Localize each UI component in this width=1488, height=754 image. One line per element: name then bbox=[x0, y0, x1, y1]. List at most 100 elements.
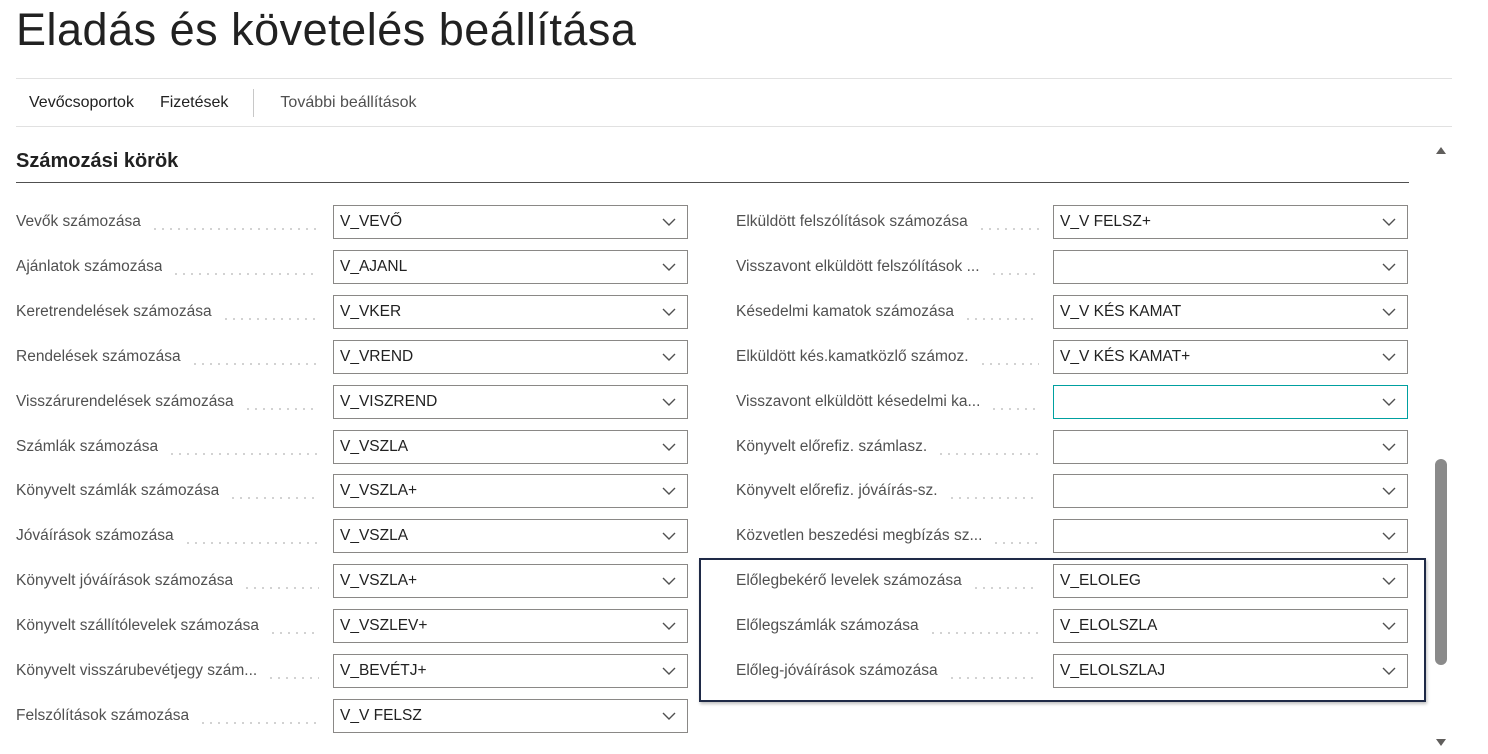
field-label: Késedelmi kamatok számozása bbox=[736, 303, 954, 320]
leader-dots bbox=[990, 273, 1039, 275]
chevron-down-icon[interactable] bbox=[1381, 351, 1397, 363]
number-series-dropdown[interactable]: V_VSZLA bbox=[333, 430, 688, 464]
chevron-down-icon[interactable] bbox=[661, 575, 677, 587]
chevron-down-icon[interactable] bbox=[1381, 485, 1397, 497]
number-series-dropdown[interactable]: V_V FELSZ+ bbox=[1053, 205, 1408, 239]
leader-dots bbox=[229, 497, 319, 499]
scroll-up-arrow-icon[interactable] bbox=[1435, 145, 1447, 155]
chevron-down-icon[interactable] bbox=[1381, 441, 1397, 453]
leader-dots bbox=[992, 542, 1039, 544]
number-series-dropdown[interactable] bbox=[1053, 250, 1408, 284]
dropdown-value: V_BEVÉTJ+ bbox=[340, 662, 427, 679]
chevron-down-icon[interactable] bbox=[1381, 306, 1397, 318]
number-series-dropdown[interactable]: V_VEVŐ bbox=[333, 205, 688, 239]
number-series-field: Visszavont elküldött késedelmi ka... bbox=[736, 385, 1408, 419]
chevron-down-icon[interactable] bbox=[661, 396, 677, 408]
leader-dots bbox=[191, 363, 319, 365]
field-label: Visszavont elküldött felszólítások ... bbox=[736, 258, 980, 275]
number-series-field: Könyvelt számlák számozása V_VSZLA+ bbox=[16, 474, 688, 508]
leader-dots bbox=[978, 228, 1039, 230]
number-series-dropdown[interactable]: V_VSZLA+ bbox=[333, 474, 688, 508]
page-title: Eladás és követelés beállítása bbox=[16, 4, 637, 55]
scrollbar-thumb[interactable] bbox=[1435, 459, 1447, 665]
leader-dots bbox=[243, 587, 319, 589]
leader-dots bbox=[269, 632, 319, 634]
dropdown-value: V_VSZLEV+ bbox=[340, 617, 428, 634]
scroll-down-arrow-icon[interactable] bbox=[1435, 738, 1447, 748]
number-series-dropdown[interactable]: V_VSZLA bbox=[333, 519, 688, 553]
number-series-field: Rendelések számozása V_VREND bbox=[16, 340, 688, 374]
number-series-field: Visszavont elküldött felszólítások ... bbox=[736, 250, 1408, 284]
number-series-dropdown[interactable]: V_VKER bbox=[333, 295, 688, 329]
field-label: Visszavont elküldött késedelmi ka... bbox=[736, 393, 981, 410]
field-label: Keretrendelések számozása bbox=[16, 303, 212, 320]
highlight-frame bbox=[699, 558, 1426, 702]
leader-dots bbox=[948, 497, 1039, 499]
dropdown-value: V_VSZLA bbox=[340, 438, 409, 455]
field-label: Vevők számozása bbox=[16, 213, 141, 230]
chevron-down-icon[interactable] bbox=[661, 710, 677, 722]
number-series-field: Könyvelt előrefiz. számlasz. bbox=[736, 430, 1408, 464]
chevron-down-icon[interactable] bbox=[1381, 530, 1397, 542]
section-divider bbox=[16, 182, 1409, 183]
chevron-down-icon[interactable] bbox=[661, 620, 677, 632]
number-series-dropdown[interactable]: V_VSZLEV+ bbox=[333, 609, 688, 643]
customer-groups-action[interactable]: Vevőcsoportok bbox=[16, 94, 147, 112]
number-series-dropdown[interactable]: V_BEVÉTJ+ bbox=[333, 654, 688, 688]
dropdown-value: V_VREND bbox=[340, 348, 414, 365]
number-series-field: Felszólítások számozása V_V FELSZ bbox=[16, 699, 688, 733]
dropdown-value: V_AJANL bbox=[340, 258, 408, 275]
number-series-field: Visszárurendelések számozása V_VISZREND bbox=[16, 385, 688, 419]
number-series-field: Ajánlatok számozása V_AJANL bbox=[16, 250, 688, 284]
chevron-down-icon[interactable] bbox=[661, 306, 677, 318]
number-series-field: Könyvelt előrefiz. jóváírás-sz. bbox=[736, 474, 1408, 508]
number-series-field: Keretrendelések számozása V_VKER bbox=[16, 295, 688, 329]
number-series-dropdown[interactable] bbox=[1053, 474, 1408, 508]
leader-dots bbox=[168, 453, 319, 455]
field-label: Könyvelt visszárubevétjegy szám... bbox=[16, 662, 258, 679]
dropdown-value: V_VKER bbox=[340, 303, 402, 320]
chevron-down-icon[interactable] bbox=[661, 665, 677, 677]
leader-dots bbox=[979, 363, 1039, 365]
number-series-field: Könyvelt jóváírások számozása V_VSZLA+ bbox=[16, 564, 688, 598]
number-series-dropdown[interactable] bbox=[1053, 519, 1408, 553]
chevron-down-icon[interactable] bbox=[661, 485, 677, 497]
leader-dots bbox=[151, 228, 319, 230]
dropdown-value: V_VISZREND bbox=[340, 393, 438, 410]
number-series-dropdown[interactable]: V_VISZREND bbox=[333, 385, 688, 419]
payments-action[interactable]: Fizetések bbox=[147, 94, 241, 112]
number-series-dropdown[interactable]: V_AJANL bbox=[333, 250, 688, 284]
field-label: Rendelések számozása bbox=[16, 348, 181, 365]
chevron-down-icon[interactable] bbox=[661, 351, 677, 363]
field-label: Visszárurendelések számozása bbox=[16, 393, 234, 410]
chevron-down-icon[interactable] bbox=[1381, 396, 1397, 408]
number-series-field: Késedelmi kamatok számozása V_V KÉS KAMAT bbox=[736, 295, 1408, 329]
chevron-down-icon[interactable] bbox=[661, 530, 677, 542]
more-settings-action[interactable]: További beállítások bbox=[267, 94, 429, 112]
number-series-dropdown[interactable] bbox=[1053, 430, 1408, 464]
number-series-field: Vevők számozása V_VEVŐ bbox=[16, 205, 688, 239]
section-title[interactable]: Számozási körök bbox=[16, 150, 178, 173]
number-series-dropdown[interactable]: V_V KÉS KAMAT+ bbox=[1053, 340, 1408, 374]
dropdown-value: V_VEVŐ bbox=[340, 213, 403, 230]
chevron-down-icon[interactable] bbox=[1381, 261, 1397, 273]
action-separator bbox=[253, 88, 255, 117]
leader-dots bbox=[964, 318, 1039, 320]
leader-dots bbox=[172, 273, 319, 275]
number-series-dropdown[interactable] bbox=[1053, 385, 1408, 419]
chevron-down-icon[interactable] bbox=[1381, 216, 1397, 228]
field-label: Felszólítások számozása bbox=[16, 707, 190, 724]
leader-dots bbox=[244, 408, 319, 410]
number-series-field: Elküldött felszólítások számozása V_V FEL… bbox=[736, 205, 1408, 239]
chevron-down-icon[interactable] bbox=[661, 216, 677, 228]
chevron-down-icon[interactable] bbox=[661, 441, 677, 453]
field-label: Könyvelt jóváírások számozása bbox=[16, 572, 234, 589]
number-series-dropdown[interactable]: V_V KÉS KAMAT bbox=[1053, 295, 1408, 329]
number-series-dropdown[interactable]: V_VREND bbox=[333, 340, 688, 374]
number-series-dropdown[interactable]: V_V FELSZ bbox=[333, 699, 688, 733]
chevron-down-icon[interactable] bbox=[661, 261, 677, 273]
leader-dots bbox=[267, 677, 319, 679]
dropdown-value: V_V FELSZ+ bbox=[1060, 213, 1151, 230]
number-series-dropdown[interactable]: V_VSZLA+ bbox=[333, 564, 688, 598]
field-label: Könyvelt szállítólevelek számozása bbox=[16, 617, 259, 634]
